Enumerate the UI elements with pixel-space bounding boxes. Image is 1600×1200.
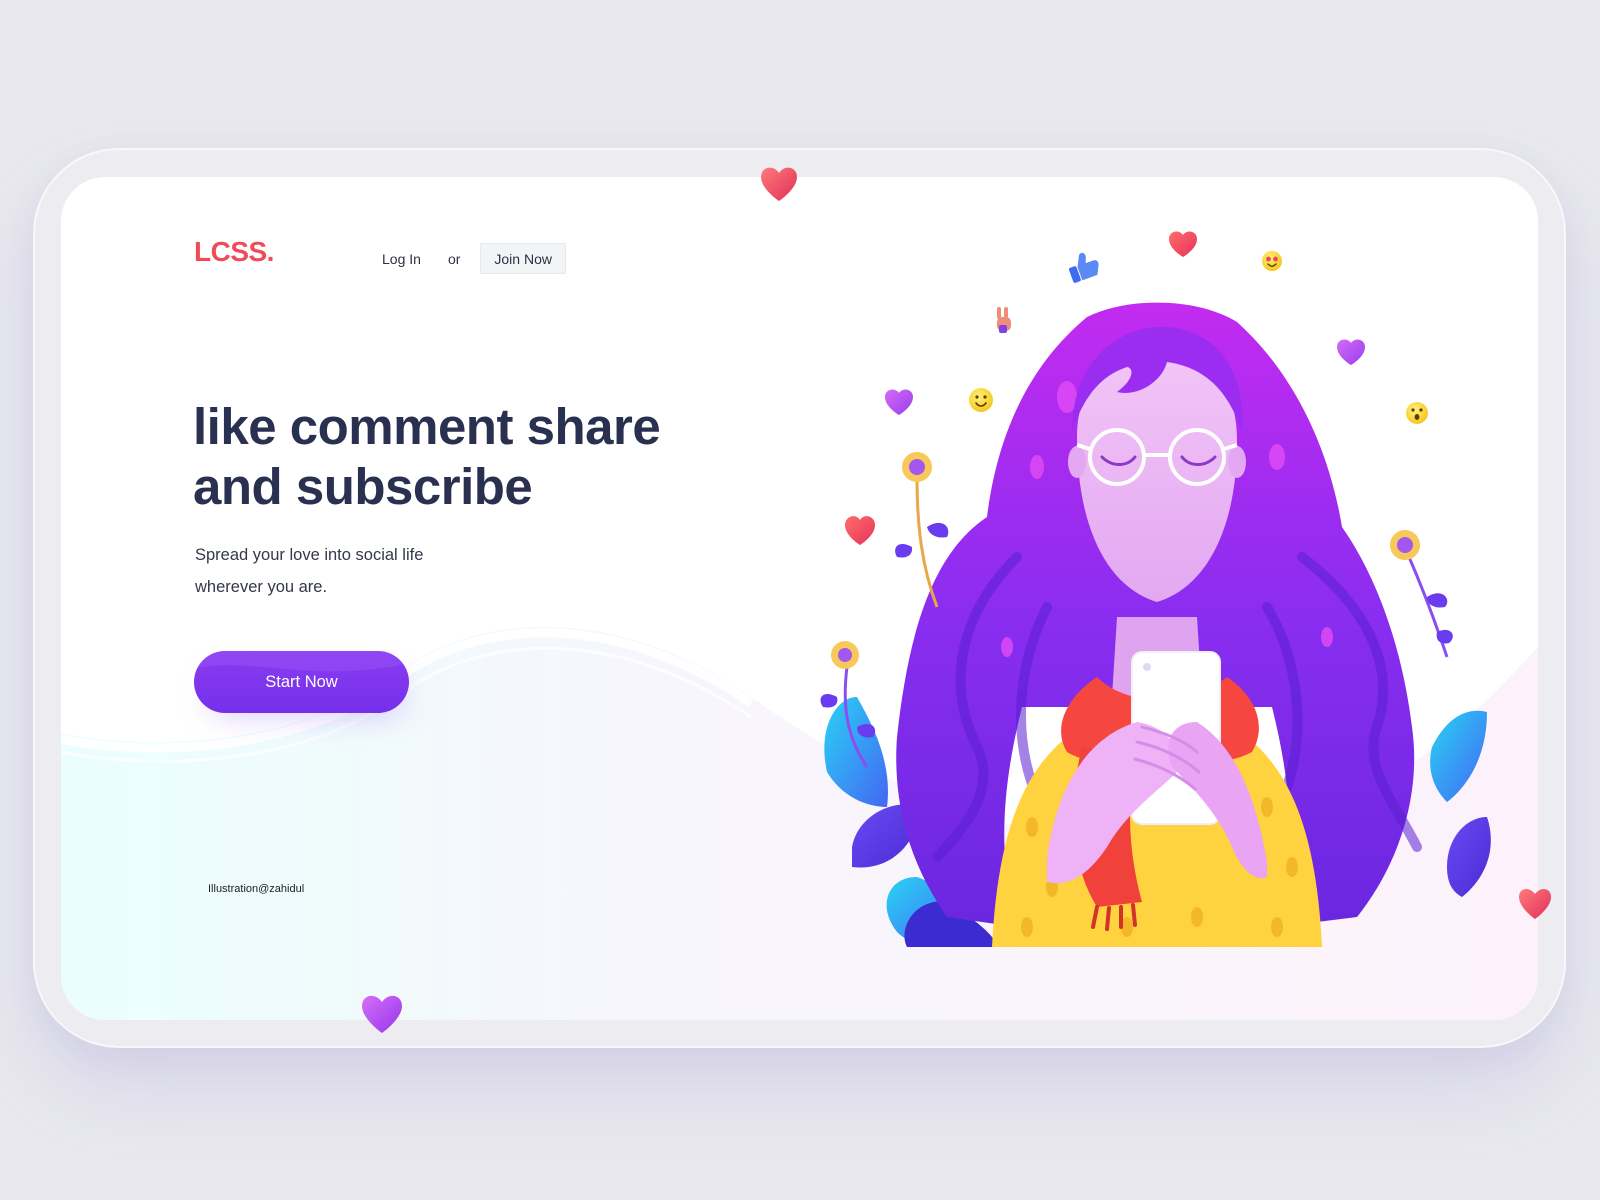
illustration-credit: Illustration@zahidul [208, 883, 305, 895]
heart-icon [1169, 231, 1197, 257]
ear-right [1228, 446, 1246, 478]
brand-logo[interactable]: LCSS. [194, 236, 274, 268]
heart-icon [845, 516, 875, 545]
girl-with-phone-illustration [820, 231, 1491, 947]
flower-right [1390, 530, 1453, 658]
join-now-button[interactable]: Join Now [480, 243, 566, 274]
heart-eyes-emoji-icon [1262, 251, 1282, 271]
heart-icon [1519, 888, 1551, 919]
heart-icon [885, 389, 913, 415]
heart-icon [1337, 339, 1365, 365]
phone-camera [1143, 663, 1151, 671]
leaves-right [1430, 710, 1491, 897]
headline-line-2: and subscribe [193, 458, 533, 515]
landing-screen: LCSS. Log In or Join Now like comment sh… [61, 177, 1538, 1020]
hero-subtext: Spread your love into social life wherev… [195, 539, 525, 603]
heart-icon [761, 167, 797, 201]
headline-line-1: like comment share [193, 398, 661, 455]
login-link[interactable]: Log In [382, 251, 421, 267]
surprised-emoji-icon [1406, 402, 1428, 424]
top-nav: Log In or Join Now [382, 243, 566, 274]
ear-left [1068, 446, 1086, 478]
hero-headline: like comment share and subscribe [193, 397, 753, 517]
smile-emoji-icon [969, 388, 993, 412]
heart-icon [362, 995, 402, 1033]
peace-hand-icon [997, 307, 1011, 333]
subtext-line-1: Spread your love into social life [195, 546, 424, 564]
start-now-label: Start Now [265, 673, 338, 691]
nav-separator: or [447, 250, 461, 267]
subtext-line-2: wherever you are. [195, 578, 328, 596]
thumbs-up-icon [1068, 252, 1099, 283]
start-now-button[interactable]: Start Now [194, 651, 409, 713]
